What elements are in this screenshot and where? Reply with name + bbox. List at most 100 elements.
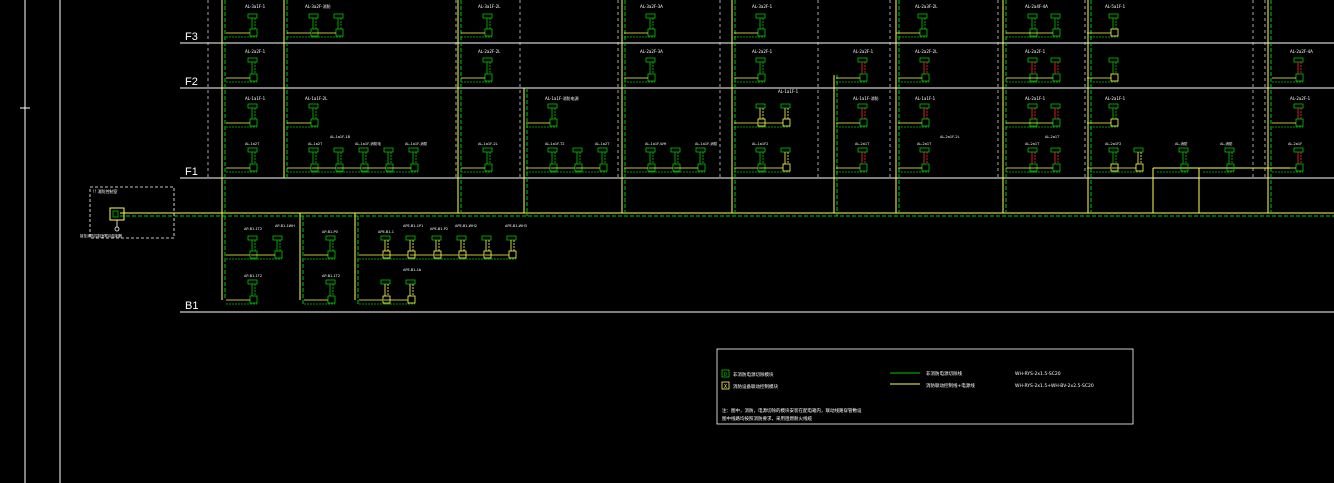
breaker-icon (857, 103, 868, 109)
breaker-icon (1027, 57, 1038, 63)
breaker-icon (247, 279, 258, 285)
tag-b1u-e: APE-B1-1P1 (403, 224, 423, 228)
breaker-icon (408, 147, 419, 153)
breaker-icon (380, 235, 391, 241)
module-symbol-icon (757, 163, 766, 172)
tag-f1l-n: AL-2a1F-2L (940, 135, 960, 139)
controller-icon (109, 207, 125, 221)
breaker-icon (645, 13, 656, 19)
legend-module-green-label: 非消防电源切除模块 (733, 371, 774, 378)
module-symbol-icon (549, 118, 558, 127)
tag-f1l-a: AL-1a2T (245, 142, 260, 146)
module-symbol-icon (483, 250, 492, 259)
breaker-icon (333, 13, 344, 19)
breaker-icon (1108, 103, 1119, 109)
tag-f2-d: AL-2a2F-1 (752, 49, 773, 54)
breaker-icon (325, 235, 336, 241)
module-symbol-icon (484, 28, 493, 37)
breaker-icon (308, 147, 319, 153)
breaker-icon (1027, 103, 1038, 109)
module-symbol-icon (382, 250, 391, 259)
tag-f1l-c: AL-1a1F-1B (330, 135, 351, 139)
drawing-frame (20, 0, 61, 483)
tag-f1l-k: AL-1a1F2 (752, 142, 768, 146)
tag-f1u-d: AL-1a1F-1 (778, 89, 799, 94)
tag-f1u-b: AL-1a1F-2L (305, 96, 328, 101)
control-room-title: !! 消防控制室 (93, 188, 117, 194)
breaker-icon (482, 147, 493, 153)
breaker-icon (755, 57, 766, 63)
breaker-icon (1224, 147, 1235, 153)
module-symbol-icon (327, 250, 336, 259)
module-symbol-icon (919, 28, 928, 37)
breaker-icon (857, 57, 868, 63)
module-symbol-icon (433, 250, 442, 259)
legend-module-green-letter: D (724, 372, 727, 378)
breaker-icon (919, 57, 930, 63)
floor-label-b1: B1 (185, 300, 198, 312)
tag-f3-g: AL-2a4F-4A (1025, 4, 1048, 9)
module-symbol-icon (310, 28, 319, 37)
module-symbol-icon (757, 73, 766, 82)
tag-b1l-b: AP-B1-1T2 (322, 274, 340, 278)
breaker-icon (506, 235, 517, 241)
module-symbol-icon (859, 163, 868, 172)
module-symbol-icon (249, 295, 258, 304)
tag-f1l-g: AL-1a1F-T2 (545, 142, 564, 146)
breaker-icon (325, 279, 336, 285)
breaker-icon (780, 147, 791, 153)
module-symbol-icon (1110, 73, 1119, 82)
module-symbol-icon (574, 163, 583, 172)
module-symbol-icon (382, 295, 391, 304)
tag-f2-e: AL-2a2F-1 (853, 49, 874, 54)
breaker-icon (383, 147, 394, 153)
tag-f2-f: AL-2a2F-2L (915, 49, 938, 54)
breaker-icon (1108, 147, 1119, 153)
module-symbol-icon (599, 163, 608, 172)
module-groups (226, 13, 1304, 305)
tag-f2-h: AL-2a2F-4A (1290, 49, 1313, 54)
module-symbol-icon (484, 163, 493, 172)
breaker-icon (597, 147, 608, 153)
tag-f1l-p: AL-2a1T (1045, 135, 1060, 139)
module-symbol-icon (921, 163, 930, 172)
breaker-icon (919, 147, 930, 153)
module-symbol-icon (249, 163, 258, 172)
module-symbol-icon (549, 163, 558, 172)
tag-b1l-c: APE-B1-1b (403, 268, 422, 272)
module-symbol-icon (921, 73, 930, 82)
tag-f2-c: AL-2a2F-3A (640, 49, 663, 54)
column-separators (207, 0, 1266, 178)
module-symbol-icon (647, 28, 656, 37)
breaker-icon (308, 13, 319, 19)
breaker-icon (1178, 147, 1189, 153)
module-symbol-icon (1029, 28, 1038, 37)
module-symbol-icon (1110, 118, 1119, 127)
module-symbol-icon (310, 118, 319, 127)
breaker-icon (247, 235, 258, 241)
legend-module-yellow-label: 消防设备联动控制模块 (733, 383, 778, 390)
module-symbol-icon (782, 118, 791, 127)
breaker-icon (1050, 147, 1061, 153)
main-bus (120, 212, 1334, 217)
tag-f1l-f: AL-1a1F-2L (478, 142, 498, 146)
breaker-icon (1293, 147, 1304, 153)
module-symbol-icon (1135, 163, 1144, 172)
tag-f1l-m: AL-2a1T (917, 142, 932, 146)
module-symbol-icon (249, 250, 258, 259)
tag-f1l-s: AL-消防 (1220, 141, 1233, 146)
breaker-icon (917, 13, 928, 19)
floor-label-f3: F3 (185, 31, 198, 43)
legend-note-1: 注：图中，消防，电源切除的模块安装在配电箱内，联动线路穿管敷设 (722, 407, 862, 414)
breaker-icon (1050, 57, 1061, 63)
module-symbol-icon (310, 163, 319, 172)
module-symbol-icon (1295, 163, 1304, 172)
tag-b1u-c: AP-B1-P0 (322, 230, 338, 234)
breaker-icon (670, 147, 681, 153)
module-symbol-icon (407, 295, 416, 304)
floor-label-f2: F2 (185, 76, 198, 88)
tag-f1u-f: AL-1a1F-1 (915, 96, 936, 101)
module-symbol-icon (1029, 118, 1038, 127)
fire-linkage-system-diagram: F3 F2 F1 B1 !! 消防控制室 接至消防控制室联动控制器 D 非消防电… (20, 0, 1334, 483)
legend-line-green-cable: WH-RYS-2x1.5-SC20 (1015, 371, 1061, 377)
